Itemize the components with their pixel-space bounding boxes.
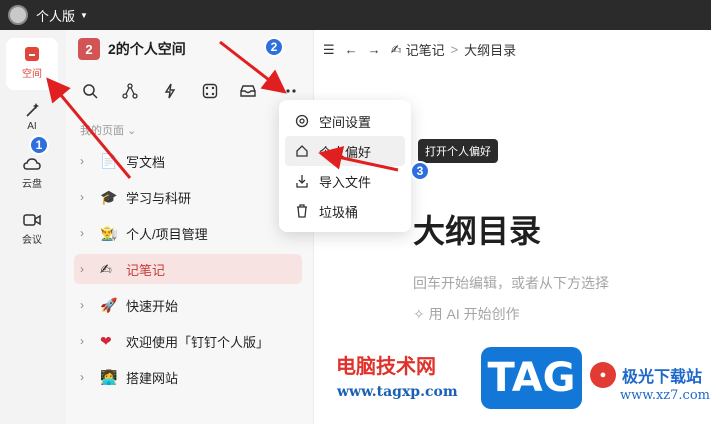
- breadcrumb-parent[interactable]: 记笔记: [406, 40, 445, 59]
- video-meeting-icon: [23, 214, 41, 226]
- back-arrow-icon[interactable]: ←: [345, 42, 358, 57]
- menu-item-label: 个人偏好: [319, 144, 372, 160]
- avatar[interactable]: [8, 5, 28, 25]
- more-icon[interactable]: [277, 80, 299, 102]
- search-icon[interactable]: [79, 80, 101, 102]
- space-title: 2的个人空间: [108, 41, 186, 57]
- import-icon: [293, 174, 311, 188]
- doc-title[interactable]: 大纲目录: [413, 206, 541, 252]
- annotation-step-1: 1: [29, 135, 49, 155]
- breadcrumb-current: 大纲目录: [464, 43, 517, 58]
- trash-icon: [293, 204, 311, 218]
- chevron-right-icon[interactable]: ›: [80, 262, 94, 276]
- ai-spark-icon: [26, 103, 39, 117]
- forward-arrow-icon[interactable]: →: [368, 42, 381, 57]
- menu-item-import[interactable]: 导入文件: [285, 166, 405, 196]
- rail-label-cloud: 云盘: [22, 179, 42, 190]
- page-emoji: 🚀: [100, 296, 118, 313]
- lightning-icon[interactable]: [159, 80, 181, 102]
- chevron-right-icon[interactable]: ›: [80, 190, 94, 204]
- dice-icon[interactable]: [199, 80, 221, 102]
- page-label: 搭建网站: [126, 370, 179, 386]
- page-item[interactable]: › 📄 写文档: [74, 146, 302, 176]
- rail-label-meeting: 会议: [22, 235, 42, 246]
- watermark-tag-logo: TAG: [481, 347, 582, 409]
- rail-label-ai: AI: [27, 121, 37, 132]
- chevron-right-icon[interactable]: ›: [80, 226, 94, 240]
- ai-start-button[interactable]: ✧ 用 AI 开始创作: [413, 304, 520, 324]
- page-label: 欢迎使用「钉钉个人版」: [126, 334, 270, 350]
- page-label: 个人/项目管理: [126, 226, 208, 242]
- space-badge: 2: [78, 38, 100, 60]
- page-label: 写文档: [126, 154, 166, 170]
- page-label: 记笔记: [126, 262, 166, 278]
- space-icon: [25, 47, 39, 61]
- watermark-site-name: 电脑技术网: [336, 354, 436, 378]
- page-label: 学习与科研: [126, 190, 192, 206]
- page-item[interactable]: › 🎓 学习与科研: [74, 182, 302, 212]
- chevron-down-icon[interactable]: ▼: [80, 11, 88, 20]
- top-nav: ☰ ← → ✍ 记笔记 > 大纲目录: [323, 40, 526, 59]
- page-emoji: 👩‍💻: [100, 368, 118, 385]
- annotation-step-3: 3: [410, 161, 430, 181]
- menu-item-label: 垃圾桶: [319, 204, 359, 220]
- more-menu: 空间设置 个人偏好 导入文件 垃圾桶: [279, 100, 411, 232]
- rail-label-space: 空间: [22, 69, 42, 80]
- home-icon: [293, 144, 311, 158]
- page-item-active[interactable]: › ✍ 记笔记: [74, 254, 302, 284]
- page-emoji: 🎓: [100, 188, 118, 205]
- page-item[interactable]: › 👩‍💻 搭建网站: [74, 362, 302, 392]
- menu-item-trash[interactable]: 垃圾桶: [285, 196, 405, 226]
- menu-item-label: 空间设置: [319, 114, 372, 130]
- annotation-step-2: 2: [264, 37, 284, 57]
- watermark-brand-name: 极光下载站: [622, 367, 703, 386]
- editor-hint[interactable]: 回车开始编辑，或者从下方选择: [413, 273, 609, 293]
- page-emoji: 👨‍🌾: [100, 224, 118, 241]
- graph-icon[interactable]: [119, 80, 141, 102]
- watermark-url: www.tagxp.com: [337, 384, 458, 400]
- page-emoji: 📄: [100, 152, 118, 169]
- chevron-right-icon[interactable]: ›: [80, 334, 94, 348]
- space-header[interactable]: 2 2的个人空间: [78, 38, 186, 60]
- menu-icon[interactable]: ☰: [323, 42, 335, 58]
- chevron-right-icon[interactable]: ›: [80, 154, 94, 168]
- watermark-brand: ● 极光下载站: [590, 362, 702, 388]
- cloud-drive-icon: [23, 158, 41, 170]
- note-icon: ✍: [390, 41, 402, 57]
- menu-item-label: 导入文件: [319, 174, 372, 190]
- rail-item-space[interactable]: 空间: [6, 38, 58, 90]
- page-item[interactable]: › 🚀 快速开始: [74, 290, 302, 320]
- menu-item-preferences[interactable]: 个人偏好: [285, 136, 405, 166]
- rail-item-cloud[interactable]: 云盘: [6, 156, 58, 196]
- chevron-right-icon[interactable]: ›: [80, 370, 94, 384]
- app-name[interactable]: 个人版: [36, 6, 75, 25]
- page-item[interactable]: › ❤ 欢迎使用「钉钉个人版」: [74, 326, 302, 356]
- title-bar: 个人版 ▼: [0, 0, 711, 30]
- breadcrumb-separator: >: [450, 42, 459, 57]
- settings-icon: [293, 114, 311, 128]
- tooltip: 打开个人偏好: [418, 139, 498, 163]
- ai-spark-icon: ✧: [413, 306, 425, 322]
- ai-start-label: 用 AI 开始创作: [428, 306, 520, 322]
- page-label: 快速开始: [126, 298, 179, 314]
- menu-item-space-settings[interactable]: 空间设置: [285, 106, 405, 136]
- page-item[interactable]: › 👨‍🌾 个人/项目管理: [74, 218, 302, 248]
- sidebar: 2 2的个人空间 我的页面 ⌄ › 📄 写文档 › 🎓 学习与科研 › 👨‍🌾 …: [66, 30, 314, 424]
- page-emoji: ❤: [100, 332, 112, 349]
- section-title-my-pages[interactable]: 我的页面 ⌄: [80, 122, 136, 138]
- watermark-brand-domain: www.xz7.com: [620, 388, 710, 403]
- rail-item-meeting[interactable]: 会议: [6, 212, 58, 252]
- brand-logo-icon: ●: [590, 362, 616, 388]
- page-emoji: ✍: [100, 260, 112, 277]
- chevron-right-icon[interactable]: ›: [80, 298, 94, 312]
- inbox-icon[interactable]: [237, 80, 259, 102]
- left-rail: 空间 AI 云盘 会议: [0, 30, 66, 424]
